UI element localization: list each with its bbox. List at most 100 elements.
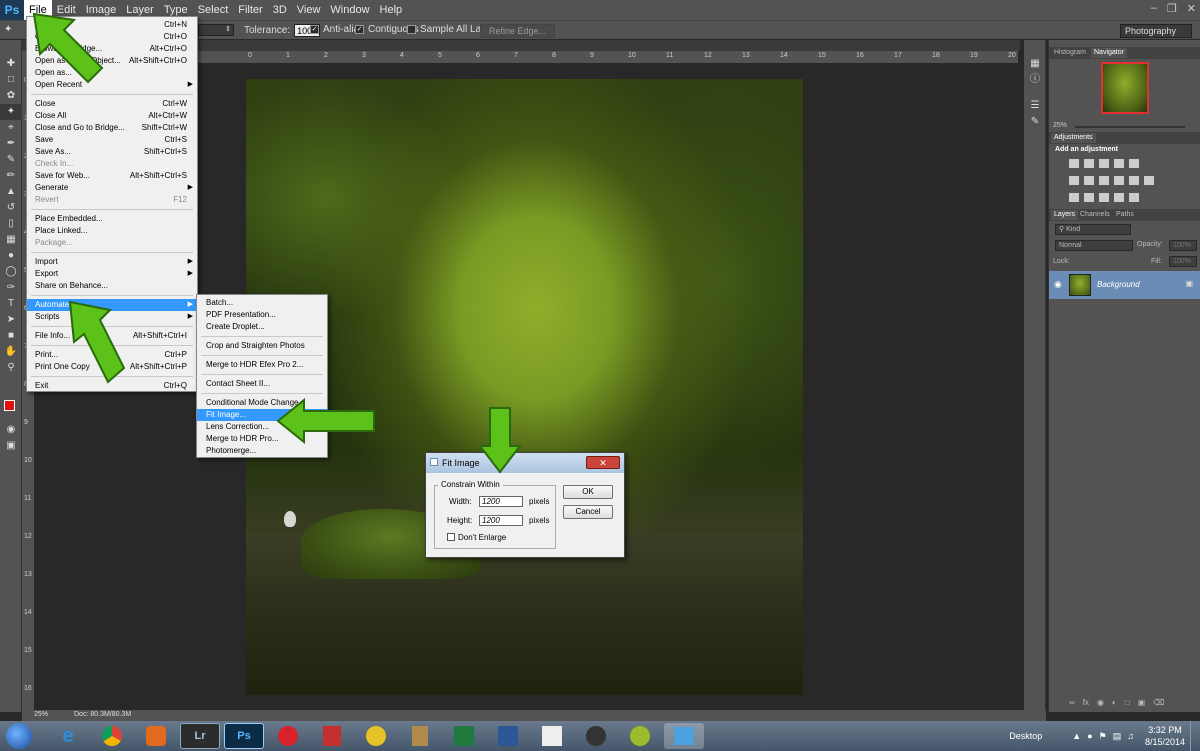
- tray-expand-icon[interactable]: ▲: [1072, 731, 1081, 741]
- automate-item-merge-to-hdr-efex-pro-2[interactable]: Merge to HDR Efex Pro 2...: [197, 359, 327, 371]
- opacity-input[interactable]: 100%: [1169, 240, 1197, 251]
- hand-tool-icon[interactable]: ✋: [0, 344, 22, 360]
- app-icon-12[interactable]: [532, 723, 572, 749]
- file-menu-item-place-linked[interactable]: Place Linked...: [27, 225, 197, 237]
- healing-brush-icon[interactable]: ✎: [0, 152, 22, 168]
- anti-alias-checkbox[interactable]: ✓: [310, 25, 319, 34]
- info-panel-icon[interactable]: ⓘ: [1024, 72, 1046, 88]
- group-icon[interactable]: □: [1125, 698, 1130, 707]
- restore-icon[interactable]: ❐: [1167, 2, 1177, 15]
- file-menu-item-save-as[interactable]: Save As... Shift+Ctrl+S: [27, 146, 197, 158]
- app-icon-13[interactable]: [576, 723, 616, 749]
- layer-name[interactable]: Background: [1097, 280, 1140, 289]
- layer-row-background[interactable]: ◉ Background ▣: [1049, 271, 1200, 299]
- clone-stamp-icon[interactable]: ▲: [0, 184, 22, 200]
- blend-mode-dropdown[interactable]: Normal: [1055, 240, 1133, 251]
- refine-edge-button[interactable]: Refine Edge...: [480, 24, 556, 38]
- close-icon[interactable]: ✕: [1187, 2, 1196, 15]
- invert-icon[interactable]: [1069, 193, 1079, 202]
- navigator-zoom-slider[interactable]: [1075, 126, 1185, 128]
- marquee-tool-icon[interactable]: □: [0, 72, 22, 88]
- magic-wand-tool-icon[interactable]: ✦: [0, 104, 22, 120]
- sample-size-dropdown[interactable]: ⇕: [198, 24, 234, 36]
- blur-tool-icon[interactable]: ●: [0, 248, 22, 264]
- file-menu-item-export[interactable]: Export ▶: [27, 268, 197, 280]
- vibrance-icon[interactable]: [1129, 159, 1139, 168]
- foreground-color-swatch[interactable]: [4, 400, 15, 411]
- fill-input[interactable]: 100%: [1169, 256, 1197, 267]
- flag-icon[interactable]: ⚑: [1099, 731, 1107, 742]
- quick-mask-icon[interactable]: ◉: [0, 422, 22, 438]
- levels-icon[interactable]: [1084, 159, 1094, 168]
- tab-navigator[interactable]: Navigator: [1091, 48, 1127, 58]
- file-menu-item-import[interactable]: Import ▶: [27, 256, 197, 268]
- history-panel-icon[interactable]: ▦: [1024, 56, 1046, 72]
- gradient-map-icon[interactable]: [1114, 193, 1124, 202]
- link-icon[interactable]: ∞: [1069, 698, 1075, 707]
- zoom-tool-icon[interactable]: ⚲: [0, 360, 22, 376]
- tab-channels[interactable]: Channels: [1077, 210, 1113, 220]
- app-icon-8[interactable]: [356, 723, 396, 749]
- app-icon-3[interactable]: [136, 723, 176, 749]
- contiguous-checkbox[interactable]: ✓: [355, 25, 364, 34]
- gradient-tool-icon[interactable]: ▦: [0, 232, 22, 248]
- creative-cloud-icon[interactable]: [268, 723, 308, 749]
- menu-help[interactable]: Help: [375, 0, 408, 20]
- workspace-dropdown[interactable]: Photography: [1120, 24, 1192, 38]
- network-icon[interactable]: ▤: [1113, 731, 1122, 742]
- exposure-icon[interactable]: [1114, 159, 1124, 168]
- navigator-thumbnail[interactable]: [1101, 62, 1149, 114]
- new-layer-icon[interactable]: ▣: [1138, 698, 1146, 707]
- eraser-tool-icon[interactable]: ▯: [0, 216, 22, 232]
- selective-color-icon[interactable]: [1129, 193, 1139, 202]
- volume-icon[interactable]: ♫: [1127, 731, 1134, 741]
- color-balance-icon[interactable]: [1084, 176, 1094, 185]
- automate-item-crop-and-straighten-photos[interactable]: Crop and Straighten Photos: [197, 340, 327, 352]
- screen-mode-icon[interactable]: ▣: [0, 438, 22, 454]
- brush-tool-icon[interactable]: ✏: [0, 168, 22, 184]
- show-desktop-button[interactable]: [1190, 721, 1200, 751]
- dodge-tool-icon[interactable]: ◯: [0, 264, 22, 280]
- cancel-button[interactable]: Cancel: [563, 505, 613, 519]
- channel-mixer-icon[interactable]: [1129, 176, 1139, 185]
- adjustment-layer-icon[interactable]: ◐: [1112, 698, 1117, 707]
- file-menu-item-share-on-behance[interactable]: Share on Behance...: [27, 280, 197, 292]
- tray-app-icon[interactable]: ●: [1087, 731, 1092, 741]
- tab-layers[interactable]: Layers: [1051, 210, 1079, 220]
- properties-panel-icon[interactable]: ☰: [1024, 98, 1046, 114]
- lightroom-icon[interactable]: Lr: [180, 723, 220, 749]
- file-menu-item-close-and-go-to-bridge[interactable]: Close and Go to Bridge... Shift+Ctrl+W: [27, 122, 197, 134]
- menu-filter[interactable]: Filter: [233, 0, 267, 20]
- photoshop-taskbar-icon[interactable]: Ps: [224, 723, 264, 749]
- threshold-icon[interactable]: [1099, 193, 1109, 202]
- crop-tool-icon[interactable]: ⌖: [0, 120, 22, 136]
- file-menu-item-save[interactable]: Save Ctrl+S: [27, 134, 197, 146]
- magic-wand-icon[interactable]: ✦: [4, 24, 12, 35]
- tab-paths[interactable]: Paths: [1113, 210, 1137, 220]
- ok-button[interactable]: OK: [563, 485, 613, 499]
- move-tool-icon[interactable]: ✚: [0, 56, 22, 72]
- file-menu-item-place-embedded[interactable]: Place Embedded...: [27, 213, 197, 225]
- fx-icon[interactable]: fx: [1083, 698, 1089, 707]
- automate-item-batch[interactable]: Batch...: [197, 297, 327, 309]
- file-menu-item-close-all[interactable]: Close All Alt+Ctrl+W: [27, 110, 197, 122]
- eyedropper-tool-icon[interactable]: ✒: [0, 136, 22, 152]
- word-icon[interactable]: [488, 723, 528, 749]
- tab-adjustments[interactable]: Adjustments: [1051, 133, 1096, 143]
- automate-item-photomerge[interactable]: Photomerge...: [197, 445, 327, 457]
- tab-histogram[interactable]: Histogram: [1051, 48, 1089, 58]
- black-white-icon[interactable]: [1099, 176, 1109, 185]
- menu-3d[interactable]: 3D: [268, 0, 292, 20]
- chrome-icon[interactable]: [92, 723, 132, 749]
- layer-kind-filter[interactable]: ⚲ Kind: [1055, 224, 1131, 235]
- automate-item-pdf-presentation[interactable]: PDF Presentation...: [197, 309, 327, 321]
- navigator-zoom[interactable]: 25%: [1053, 122, 1067, 129]
- trash-icon[interactable]: ⌫: [1153, 698, 1164, 707]
- file-menu-item-save-for-web[interactable]: Save for Web... Alt+Shift+Ctrl+S: [27, 170, 197, 182]
- curves-icon[interactable]: [1099, 159, 1109, 168]
- file-menu-item-generate[interactable]: Generate ▶: [27, 182, 197, 194]
- app-icon-14[interactable]: [620, 723, 660, 749]
- file-menu-item-close[interactable]: Close Ctrl+W: [27, 98, 197, 110]
- brush-presets-panel-icon[interactable]: ✎: [1024, 114, 1046, 130]
- shape-tool-icon[interactable]: ■: [0, 328, 22, 344]
